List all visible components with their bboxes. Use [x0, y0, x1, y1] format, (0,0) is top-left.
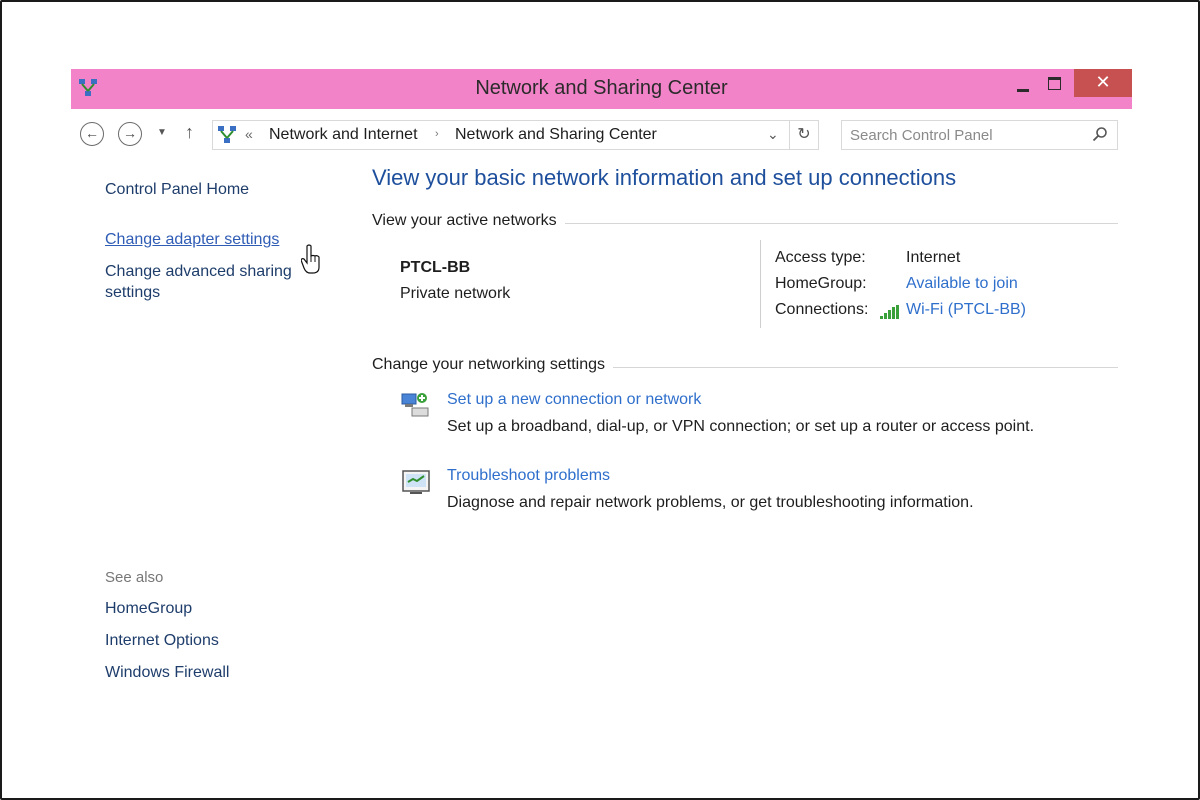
access-type-label: Access type:	[775, 249, 866, 266]
chevron-down-icon: ▼	[157, 127, 167, 138]
address-dropdown-button[interactable]: ⌄	[767, 126, 779, 143]
wifi-connection-link[interactable]: Wi-Fi (PTCL-BB)	[906, 301, 1026, 319]
network-sharing-window: Network and Sharing Center ✕ ← → ▼ ↑ « N…	[71, 69, 1132, 719]
window-title: Network and Sharing Center	[475, 77, 728, 99]
windows-firewall-link[interactable]: Windows Firewall	[105, 664, 229, 682]
address-bar[interactable]: « Network and Internet › Network and Sha…	[212, 120, 817, 150]
troubleshoot-icon	[402, 470, 430, 494]
search-icon[interactable]	[1092, 126, 1108, 142]
control-panel-home-link[interactable]: Control Panel Home	[105, 181, 249, 199]
see-also-heading: See also	[105, 569, 164, 586]
setup-new-connection-link[interactable]: Set up a new connection or network	[447, 391, 701, 409]
breadcrumb-overflow[interactable]: «	[245, 126, 253, 142]
breadcrumb-separator-icon[interactable]: ›	[435, 128, 439, 140]
change-advanced-sharing-settings-link[interactable]: Change advanced sharing settings	[105, 261, 305, 303]
homegroup-label: HomeGroup:	[775, 275, 867, 292]
breadcrumb-network-and-internet[interactable]: Network and Internet	[269, 126, 418, 144]
new-connection-icon	[401, 393, 429, 417]
search-box[interactable]	[841, 120, 1118, 150]
internet-options-link[interactable]: Internet Options	[105, 632, 219, 650]
network-name: PTCL-BB	[400, 259, 471, 276]
search-input[interactable]	[848, 123, 1082, 147]
setup-new-connection-description: Set up a broadband, dial-up, or VPN conn…	[447, 418, 1035, 435]
forward-arrow-icon: →	[123, 125, 137, 141]
minimize-button[interactable]	[1011, 75, 1035, 99]
hand-cursor-icon	[301, 244, 320, 274]
close-button[interactable]: ✕	[1074, 69, 1132, 97]
address-row: ← → ▼ ↑ « Network and Internet › Network…	[71, 118, 1132, 152]
recent-locations-button[interactable]: ▼	[157, 127, 167, 138]
page-title: View your basic network information and …	[372, 165, 957, 190]
change-adapter-settings-link[interactable]: Change adapter settings	[105, 231, 279, 249]
up-arrow-icon: ↑	[185, 122, 194, 142]
wifi-signal-icon	[880, 305, 899, 319]
network-divider	[760, 240, 761, 328]
access-type-value: Internet	[906, 249, 961, 266]
troubleshoot-problems-link[interactable]: Troubleshoot problems	[447, 467, 610, 485]
back-arrow-icon: ←	[85, 125, 99, 141]
maximize-button[interactable]	[1043, 73, 1067, 97]
network-type: Private network	[400, 285, 511, 302]
forward-button[interactable]: →	[118, 122, 142, 146]
up-button[interactable]: ↑	[185, 122, 194, 143]
troubleshoot-problems-description: Diagnose and repair network problems, or…	[447, 494, 974, 511]
active-networks-title: View your active networks	[372, 212, 565, 230]
homegroup-join-link[interactable]: Available to join	[906, 275, 1018, 293]
refresh-button[interactable]: ↻	[789, 120, 819, 150]
networking-settings-title: Change your networking settings	[372, 356, 614, 374]
breadcrumb-network-sharing-center[interactable]: Network and Sharing Center	[455, 126, 657, 144]
network-icon	[218, 126, 236, 143]
title-bar[interactable]: Network and Sharing Center ✕	[71, 69, 1132, 109]
connections-label: Connections:	[775, 301, 869, 318]
homegroup-link[interactable]: HomeGroup	[105, 600, 192, 618]
back-button[interactable]: ←	[80, 122, 104, 146]
